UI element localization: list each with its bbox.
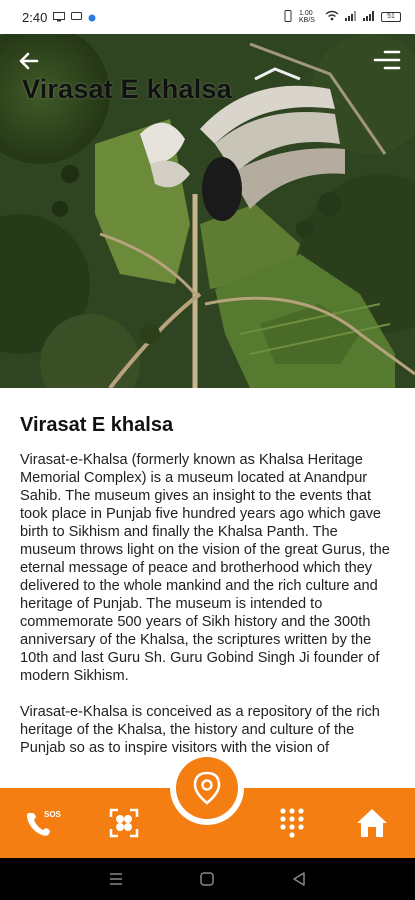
hero-image: Virasat E khalsa	[0, 34, 415, 388]
menu-button[interactable]	[371, 46, 401, 74]
network-speed: 1.00 KB/S	[299, 10, 315, 24]
article-paragraph-2: Virasat-e-Khalsa is conceived as a repos…	[20, 704, 380, 756]
scan-icon	[109, 808, 139, 838]
notification-dot-icon	[88, 10, 96, 25]
dialpad-button[interactable]	[272, 803, 312, 843]
arrow-left-icon	[19, 52, 39, 70]
location-button[interactable]	[176, 757, 238, 819]
signal-icon-1	[345, 10, 357, 24]
sos-label: SOS	[44, 810, 62, 819]
recent-apps-icon	[109, 873, 122, 885]
dialpad-icon	[280, 808, 304, 838]
article-content[interactable]: Virasat E khalsa Virasat-e-Khalsa (forme…	[0, 388, 415, 788]
system-navigation-bar	[0, 858, 415, 900]
status-time: 2:40	[22, 9, 48, 25]
article-heading: Virasat E khalsa	[20, 414, 174, 436]
home-button[interactable]	[352, 803, 392, 843]
status-bar: 2:40 1.00 KB/S 51	[0, 0, 415, 34]
page-title: Virasat E khalsa	[22, 74, 232, 104]
sos-call-icon: SOS	[27, 810, 62, 836]
article-paragraph-1: Virasat-e-Khalsa (formerly known as Khal…	[20, 452, 390, 684]
status-left: 2:40	[22, 10, 96, 25]
vibrate-icon	[283, 9, 293, 25]
back-button[interactable]	[16, 48, 42, 74]
menu-icon	[373, 50, 401, 70]
wifi-icon	[325, 10, 339, 24]
square-home-icon	[200, 872, 215, 886]
signal-icon-2	[363, 10, 375, 24]
message-icon	[71, 10, 83, 25]
location-pin-icon	[193, 771, 221, 805]
screen-icon	[53, 10, 66, 25]
scan-button[interactable]	[104, 803, 144, 843]
recent-apps-button[interactable]	[106, 869, 126, 889]
battery-icon: 51	[381, 12, 401, 22]
system-back-button[interactable]	[289, 869, 309, 889]
triangle-back-icon	[293, 872, 305, 886]
sos-call-button[interactable]: SOS	[22, 803, 62, 843]
status-right: 1.00 KB/S 51	[283, 9, 401, 25]
system-home-button[interactable]	[197, 869, 217, 889]
home-icon	[357, 809, 387, 837]
